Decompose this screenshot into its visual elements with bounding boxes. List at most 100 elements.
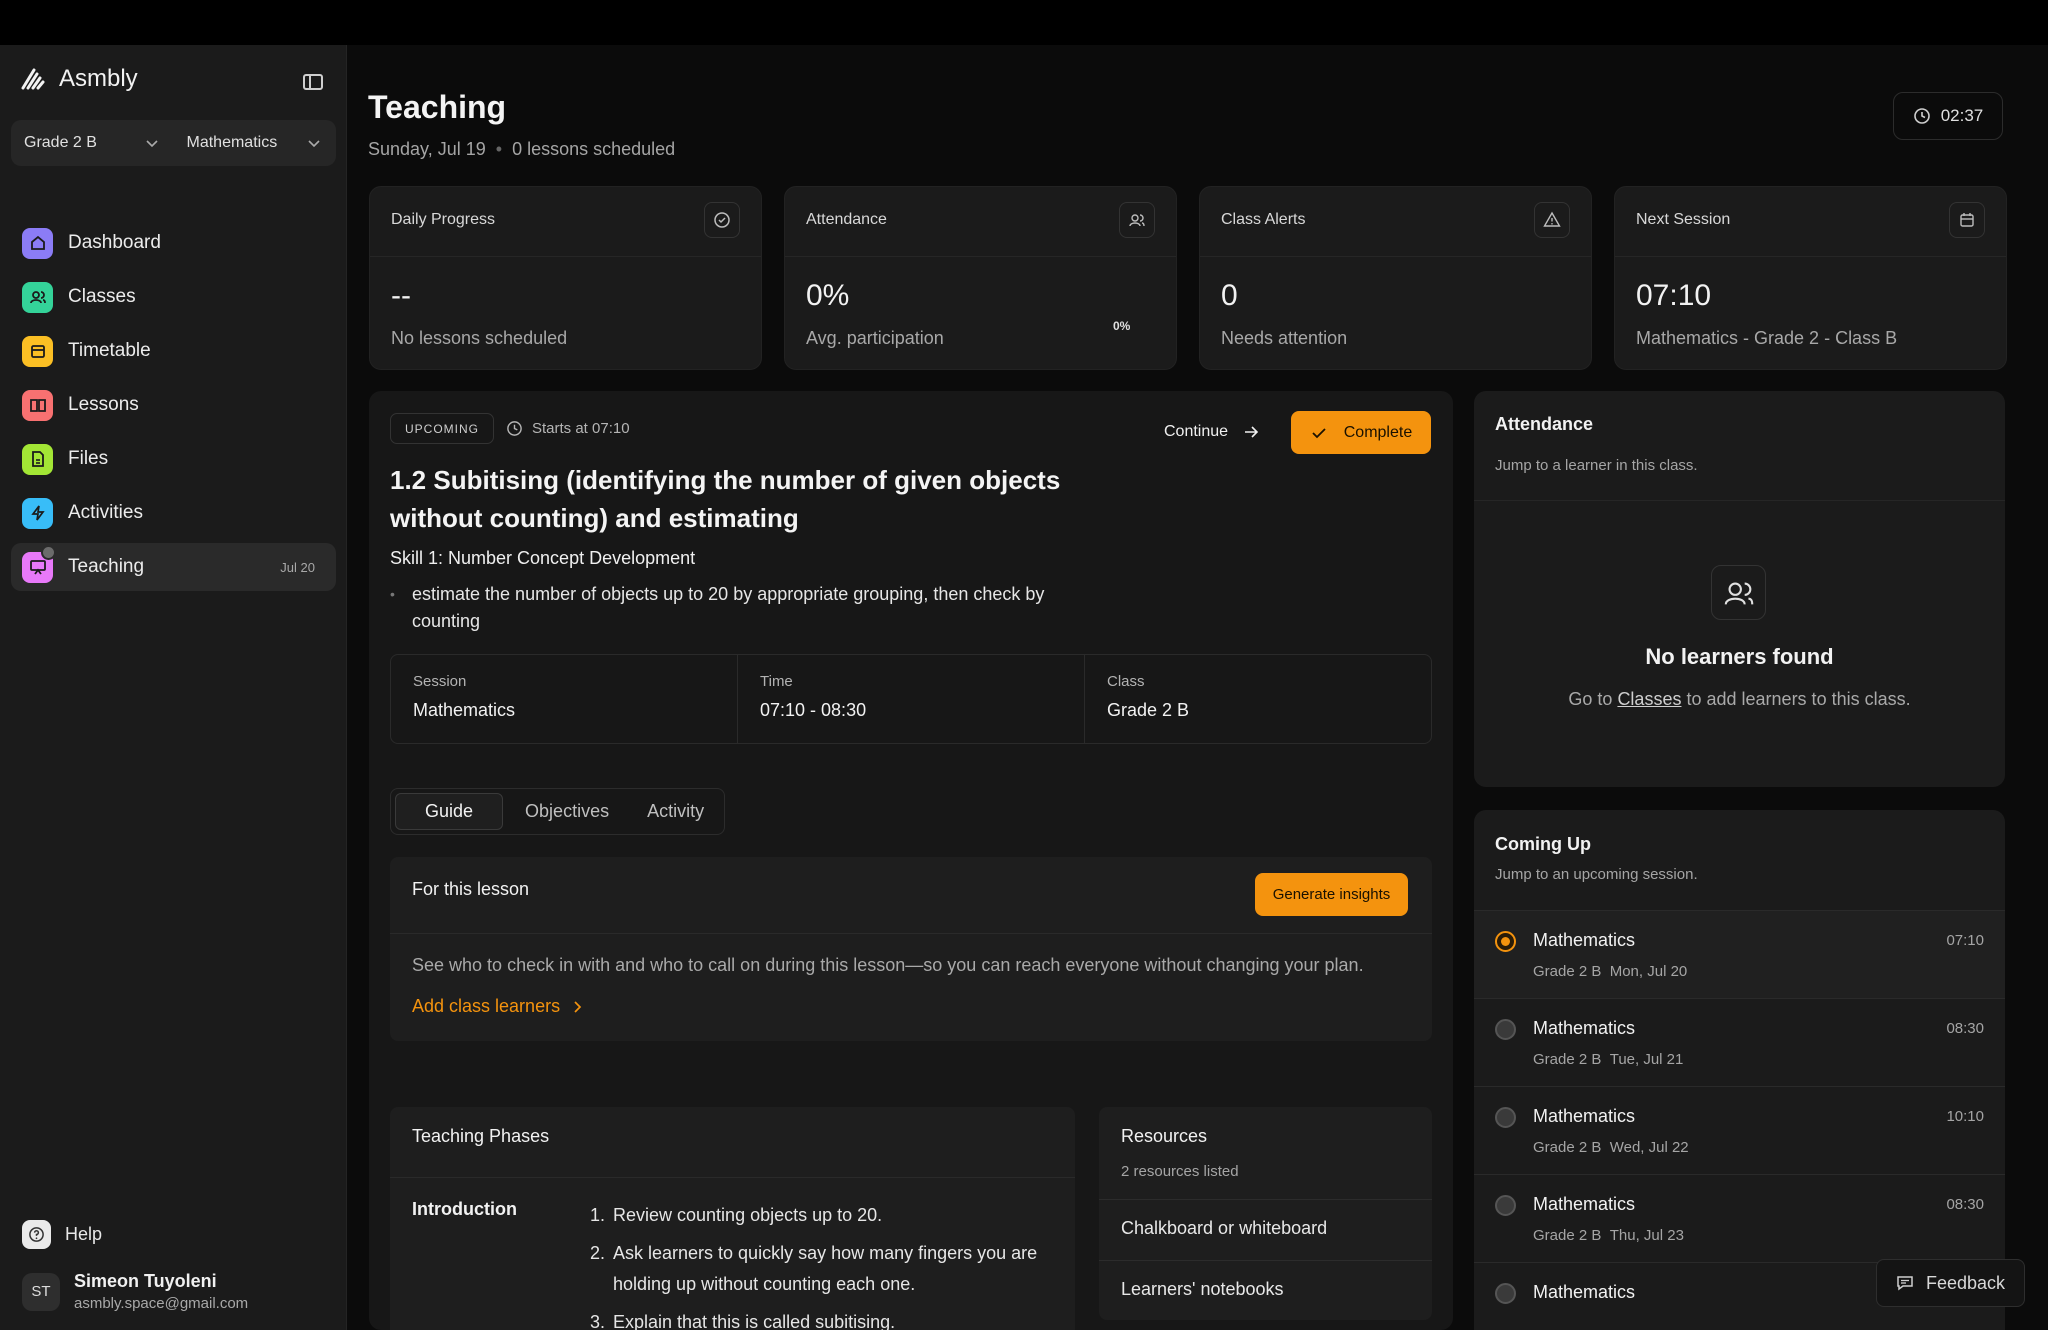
- session-date: Wed, Jul 22: [1609, 1139, 1689, 1156]
- continue-button[interactable]: Continue: [1164, 411, 1260, 453]
- sidebar-toggle-button[interactable]: [302, 72, 326, 94]
- help-circle-icon: [22, 1220, 51, 1249]
- meta-label: Time: [760, 673, 793, 690]
- stat-description: Mathematics - Grade 2 - Class B: [1636, 328, 1898, 348]
- stat-card-next-session[interactable]: Next Session 07:10 Mathematics - Grade 2…: [1614, 186, 2007, 370]
- sidebar-item-timetable[interactable]: Timetable: [11, 327, 336, 375]
- session-radio: [1495, 1195, 1516, 1216]
- session-item[interactable]: Mathematics Grade 2 B Wed, Jul 22 10:10: [1474, 1086, 2005, 1174]
- session-time: 10:10: [1946, 1108, 1984, 1125]
- sidebar-item-dashboard[interactable]: Dashboard: [11, 219, 336, 267]
- user-profile[interactable]: ST Simeon Tuyoleni asmbly.space@gmail.co…: [22, 1271, 248, 1312]
- step-text: Ask learners to quickly say how many fin…: [613, 1243, 1038, 1294]
- tab-objectives[interactable]: Objectives: [509, 793, 625, 830]
- empty-text-pre: Go to: [1568, 689, 1613, 709]
- session-subject: Mathematics: [1533, 1282, 1636, 1302]
- coming-up-panel: Coming Up Jump to an upcoming session. M…: [1474, 810, 2005, 1330]
- divider: [390, 933, 1432, 934]
- calendar-icon: [22, 335, 53, 367]
- session-date: Tue, Jul 21: [1609, 1051, 1684, 1068]
- brand[interactable]: Asmbly: [21, 65, 138, 93]
- stat-card-daily-progress: Daily Progress -- No lessons scheduled: [369, 186, 762, 370]
- sidebar-item-label: Lessons: [68, 394, 139, 415]
- chevron-right-icon: [574, 1000, 582, 1013]
- session-radio: [1495, 1283, 1516, 1304]
- complete-label: Complete: [1343, 423, 1413, 441]
- session-date: Mon, Jul 20: [1609, 963, 1688, 980]
- clock-icon: [507, 421, 522, 436]
- stat-value: 07:10: [1636, 279, 1712, 312]
- sidebar-item-label: Dashboard: [68, 232, 161, 253]
- session-time: 08:30: [1946, 1196, 1984, 1213]
- sidebar-item-classes[interactable]: Classes: [11, 273, 336, 321]
- list-item: 1. Review counting objects up to 20.: [590, 1200, 1050, 1231]
- stat-value: --: [391, 279, 411, 312]
- session-time: 07:10: [1946, 932, 1984, 949]
- lesson-tabs: Guide Objectives Activity: [390, 788, 726, 835]
- session-item[interactable]: Mathematics Grade 2 B Tue, Jul 21 08:30: [1474, 998, 2005, 1086]
- grade-select[interactable]: Grade 2 B: [11, 134, 174, 152]
- page-title: Teaching: [368, 89, 507, 125]
- session-item[interactable]: Mathematics Grade 2 B Thu, Jul 23 08:30: [1474, 1174, 2005, 1262]
- separator-dot: •: [495, 139, 503, 159]
- list-item: 3. Explain that this is called subitising…: [590, 1307, 1050, 1330]
- sidebar-item-label: Classes: [68, 286, 136, 307]
- coming-up-title: Coming Up: [1495, 834, 1591, 854]
- session-meta: Grade 2 B Tue, Jul 21: [1533, 1051, 1683, 1068]
- tab-activity[interactable]: Activity: [631, 793, 720, 830]
- current-date: Sunday, Jul 19: [368, 139, 486, 159]
- avatar: ST: [22, 1272, 60, 1311]
- meta-class: Class Grade 2 B: [1085, 655, 1431, 743]
- calendar-icon: [1949, 202, 1985, 238]
- complete-button[interactable]: Complete: [1291, 411, 1431, 454]
- session-meta: Grade 2 B Wed, Jul 22: [1533, 1139, 1689, 1156]
- guide-description: See who to check in with and who to call…: [412, 955, 1364, 975]
- list-item: 2. Ask learners to quickly say how many f…: [590, 1238, 1050, 1300]
- link-label: Add class learners: [412, 996, 561, 1016]
- feedback-button[interactable]: Feedback: [1876, 1259, 2025, 1307]
- sidebar-item-lessons[interactable]: Lessons: [11, 381, 336, 429]
- notification-dot: [41, 545, 56, 560]
- subject-select[interactable]: Mathematics: [174, 134, 337, 152]
- guide-card: For this lesson Generate insights See wh…: [390, 857, 1432, 1041]
- check-circle-icon: [704, 202, 740, 238]
- stat-label: Attendance: [806, 211, 887, 228]
- session-timer[interactable]: 02:37: [1893, 92, 2003, 140]
- session-item[interactable]: Mathematics Grade 2 B Mon, Jul 20 07:10: [1474, 910, 2005, 998]
- app-shell: Asmbly Grade 2 B Mathematics Dashboard C…: [0, 45, 2048, 1330]
- message-square-icon: [1897, 1276, 1913, 1291]
- app-name: Asmbly: [59, 65, 138, 92]
- resources-title: Resources: [1121, 1126, 1208, 1146]
- divider: [1200, 256, 1591, 257]
- help-button[interactable]: Help: [22, 1220, 102, 1249]
- generate-insights-button[interactable]: Generate insights: [1255, 873, 1408, 916]
- sidebar-item-files[interactable]: Files: [11, 435, 336, 483]
- empty-text-post: to add learners to this class.: [1686, 689, 1911, 709]
- step-number: 1.: [590, 1205, 606, 1225]
- tab-guide[interactable]: Guide: [395, 793, 504, 830]
- stat-label: Class Alerts: [1221, 211, 1306, 228]
- classes-link[interactable]: Classes: [1617, 689, 1681, 709]
- session-subject: Mathematics: [1533, 930, 1636, 950]
- users-icon: [1119, 202, 1155, 238]
- stat-label: Next Session: [1636, 211, 1731, 228]
- divider: [785, 256, 1176, 257]
- session-radio: [1495, 1107, 1516, 1128]
- continue-label: Continue: [1164, 423, 1229, 440]
- sidebar-item-teaching[interactable]: Teaching Jul 20: [11, 543, 336, 591]
- starts-label: Starts at 07:10: [532, 420, 630, 437]
- home-icon: [22, 227, 53, 259]
- user-email: asmbly.space@gmail.com: [74, 1295, 249, 1312]
- step-number: 2.: [590, 1243, 606, 1263]
- session-grade: Grade 2 B: [1533, 1051, 1602, 1068]
- stat-description: Needs attention: [1221, 328, 1348, 348]
- step-number: 3.: [590, 1312, 606, 1330]
- meta-value: Grade 2 B: [1107, 700, 1190, 720]
- sidebar-item-label: Activities: [68, 502, 143, 523]
- lesson-start-time: Starts at 07:10: [506, 413, 630, 444]
- phase-name: Introduction: [412, 1199, 517, 1219]
- session-subject: Mathematics: [1533, 1194, 1636, 1214]
- add-class-learners-link[interactable]: Add class learners: [412, 996, 584, 1017]
- sidebar-item-activities[interactable]: Activities: [11, 489, 336, 537]
- subject-select-value: Mathematics: [186, 134, 278, 151]
